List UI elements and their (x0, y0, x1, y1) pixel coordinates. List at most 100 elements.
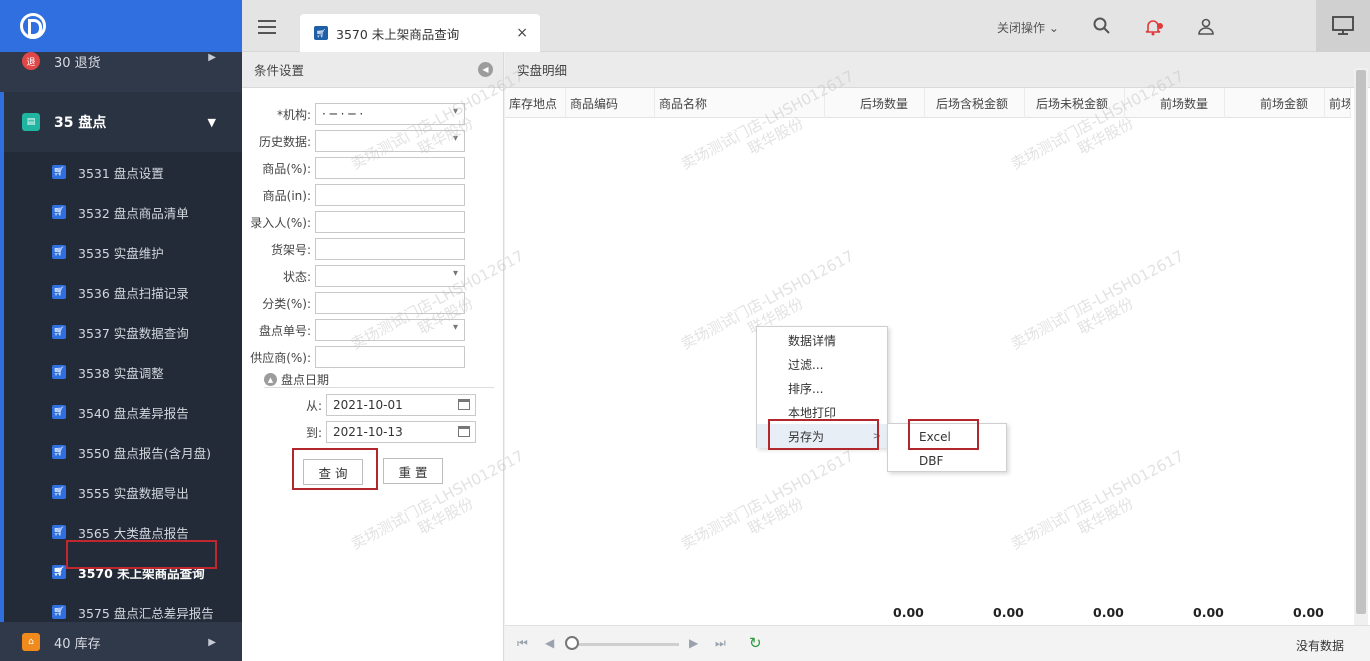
sidebar-item-3550[interactable]: 🛒︎ 3550 盘点报告(含月盘) (4, 432, 242, 472)
sidebar-item-3536[interactable]: 🛒︎ 3536 盘点扫描记录 (4, 272, 242, 312)
search-icon[interactable] (1092, 17, 1112, 37)
history-select[interactable] (315, 130, 465, 152)
field-org: *机构: · ─ · ─ · (242, 103, 465, 125)
page-slider-handle[interactable] (565, 636, 579, 650)
sidebar-item-3531[interactable]: 🛒︎ 3531 盘点设置 (4, 152, 242, 192)
column-header[interactable]: 前场金额 (1225, 88, 1325, 118)
cart-icon: 🛒︎ (52, 485, 66, 499)
menu-item-filter[interactable]: 过滤... (757, 352, 887, 376)
cart-icon: 🛒︎ (52, 565, 66, 579)
sidebar-item-label: 3538 实盘调整 (78, 365, 164, 381)
sidebar-group-inventory-label: 35 盘点 (54, 115, 107, 131)
chevron-down-icon: ▼ (207, 115, 216, 129)
date-from-label: 从: (305, 398, 322, 413)
monitor-icon[interactable] (1316, 0, 1370, 52)
sidebar-item-label: 3565 大类盘点报告 (78, 525, 189, 541)
vertical-scrollbar[interactable] (1354, 68, 1368, 626)
last-page-icon[interactable]: ⏭ (715, 636, 726, 651)
sidebar-item-label: 3532 盘点商品清单 (78, 205, 189, 221)
collapse-up-icon[interactable]: ▲ (264, 373, 277, 386)
menu-item-dbf[interactable]: DBF (888, 449, 1006, 473)
sidebar-group-return[interactable]: 退 30 退货 ▶ (0, 52, 242, 72)
user-icon[interactable] (1196, 17, 1216, 37)
tab-3570[interactable]: 🛒︎ 3570 未上架商品查询 × (300, 14, 540, 52)
sidebar-item-3535[interactable]: 🛒︎ 3535 实盘维护 (4, 232, 242, 272)
column-header[interactable]: 商品编码 (566, 88, 655, 118)
calendar-icon[interactable] (458, 426, 470, 437)
menu-item-data-detail[interactable]: 数据详情 (757, 328, 887, 352)
first-page-icon[interactable]: ⏮ (517, 636, 528, 651)
refresh-icon[interactable]: ↻ (749, 634, 762, 652)
category-input[interactable] (315, 292, 465, 314)
shelf-input[interactable] (315, 238, 465, 260)
sidebar-item-3555[interactable]: 🛒︎ 3555 实盘数据导出 (4, 472, 242, 512)
sidebar-item-label: 3536 盘点扫描记录 (78, 285, 189, 301)
sidebar-item-label: 3537 实盘数据查询 (78, 325, 189, 341)
field-count-no: 盘点单号: (242, 319, 465, 341)
sidebar-group-stock[interactable]: ⌂ 40 库存 ▶ (0, 622, 242, 661)
field-label: *机构: (276, 107, 311, 122)
date-from-input[interactable]: 2021-10-01 (326, 394, 476, 416)
cart-icon: 🛒︎ (52, 405, 66, 419)
field-label: 货架号: (270, 242, 311, 257)
sidebar-item-label: 3575 盘点汇总差异报告 (78, 605, 214, 621)
column-header[interactable]: 后场数量 (825, 88, 925, 118)
date-to-input[interactable]: 2021-10-13 (326, 421, 476, 443)
top-bar: 🛒︎ 3570 未上架商品查询 × 关闭操作 ⌄ (242, 0, 1370, 52)
sidebar-item-3540[interactable]: 🛒︎ 3540 盘点差异报告 (4, 392, 242, 432)
sidebar-group-return-label: 30 退货 (54, 56, 101, 71)
cart-icon: 🛒︎ (52, 285, 66, 299)
next-page-icon[interactable]: ▶ (689, 636, 698, 650)
column-header[interactable]: 前场 (1325, 88, 1351, 118)
close-icon[interactable]: × (516, 25, 528, 41)
condition-panel: 条件设置 ◀ *机构: · ─ · ─ · 历史数据: 商品(%): 商品(in… (242, 52, 504, 661)
field-entry-user: 录入人(%): (242, 211, 465, 233)
menu-toggle-icon[interactable] (258, 20, 276, 34)
app-logo-icon[interactable] (20, 13, 46, 39)
column-header[interactable]: 后场未税金额 (1025, 88, 1125, 118)
count-no-select[interactable] (315, 319, 465, 341)
field-label: 录入人(%): (250, 215, 311, 230)
cart-icon: 🛒︎ (52, 605, 66, 619)
total-value: 0.00 (1093, 605, 1124, 620)
field-history: 历史数据: (242, 130, 465, 152)
field-category: 分类(%): (242, 292, 465, 314)
goods-like-input[interactable] (315, 157, 465, 179)
cart-icon: 🛒︎ (52, 365, 66, 379)
totals-row: 0.00 0.00 0.00 0.00 0.00 (505, 605, 1351, 625)
menu-item-sort[interactable]: 排序... (757, 376, 887, 400)
supplier-input[interactable] (315, 346, 465, 368)
no-data-text: 没有数据 (1295, 639, 1344, 653)
cart-icon: 🛒︎ (52, 165, 66, 179)
sidebar-group-inventory[interactable]: ▤ 35 盘点 ▼ (0, 92, 242, 152)
sidebar-item-3538[interactable]: 🛒︎ 3538 实盘调整 (4, 352, 242, 392)
sidebar-item-3537[interactable]: 🛒︎ 3537 实盘数据查询 (4, 312, 242, 352)
entry-user-input[interactable] (315, 211, 465, 233)
reset-button[interactable]: 重 置 (383, 458, 443, 484)
column-header[interactable]: 前场数量 (1125, 88, 1225, 118)
field-shelf: 货架号: (242, 238, 465, 260)
org-select[interactable]: · ─ · ─ · (315, 103, 465, 125)
sidebar-item-3532[interactable]: 🛒︎ 3532 盘点商品清单 (4, 192, 242, 232)
date-section-header[interactable]: ▲ 盘点日期 (264, 372, 494, 388)
field-label: 分类(%): (262, 296, 311, 311)
close-operations-dropdown[interactable]: 关闭操作 ⌄ (997, 19, 1059, 36)
goods-in-input[interactable] (315, 184, 465, 206)
bell-icon[interactable] (1144, 17, 1164, 37)
prev-page-icon[interactable]: ◀ (545, 636, 554, 650)
cart-icon: 🛒︎ (52, 245, 66, 259)
table-header: 库存地点 商品编码 商品名称 后场数量 后场含税金额 后场未税金额 前场数量 前… (505, 88, 1351, 118)
cart-icon: 🛒︎ (52, 525, 66, 539)
field-supplier: 供应商(%): (242, 346, 465, 368)
column-header[interactable]: 后场含税金额 (925, 88, 1025, 118)
field-goods-like: 商品(%): (242, 157, 465, 179)
column-header[interactable]: 库存地点 (505, 88, 566, 118)
page-slider-track[interactable] (573, 643, 679, 646)
status-select[interactable] (315, 265, 465, 287)
cart-icon: 🛒︎ (314, 26, 328, 40)
field-label: 商品(in): (262, 188, 311, 203)
column-header[interactable]: 商品名称 (655, 88, 825, 118)
cart-icon: 🛒︎ (52, 325, 66, 339)
calendar-icon[interactable] (458, 399, 470, 410)
collapse-left-icon[interactable]: ◀ (478, 62, 493, 77)
